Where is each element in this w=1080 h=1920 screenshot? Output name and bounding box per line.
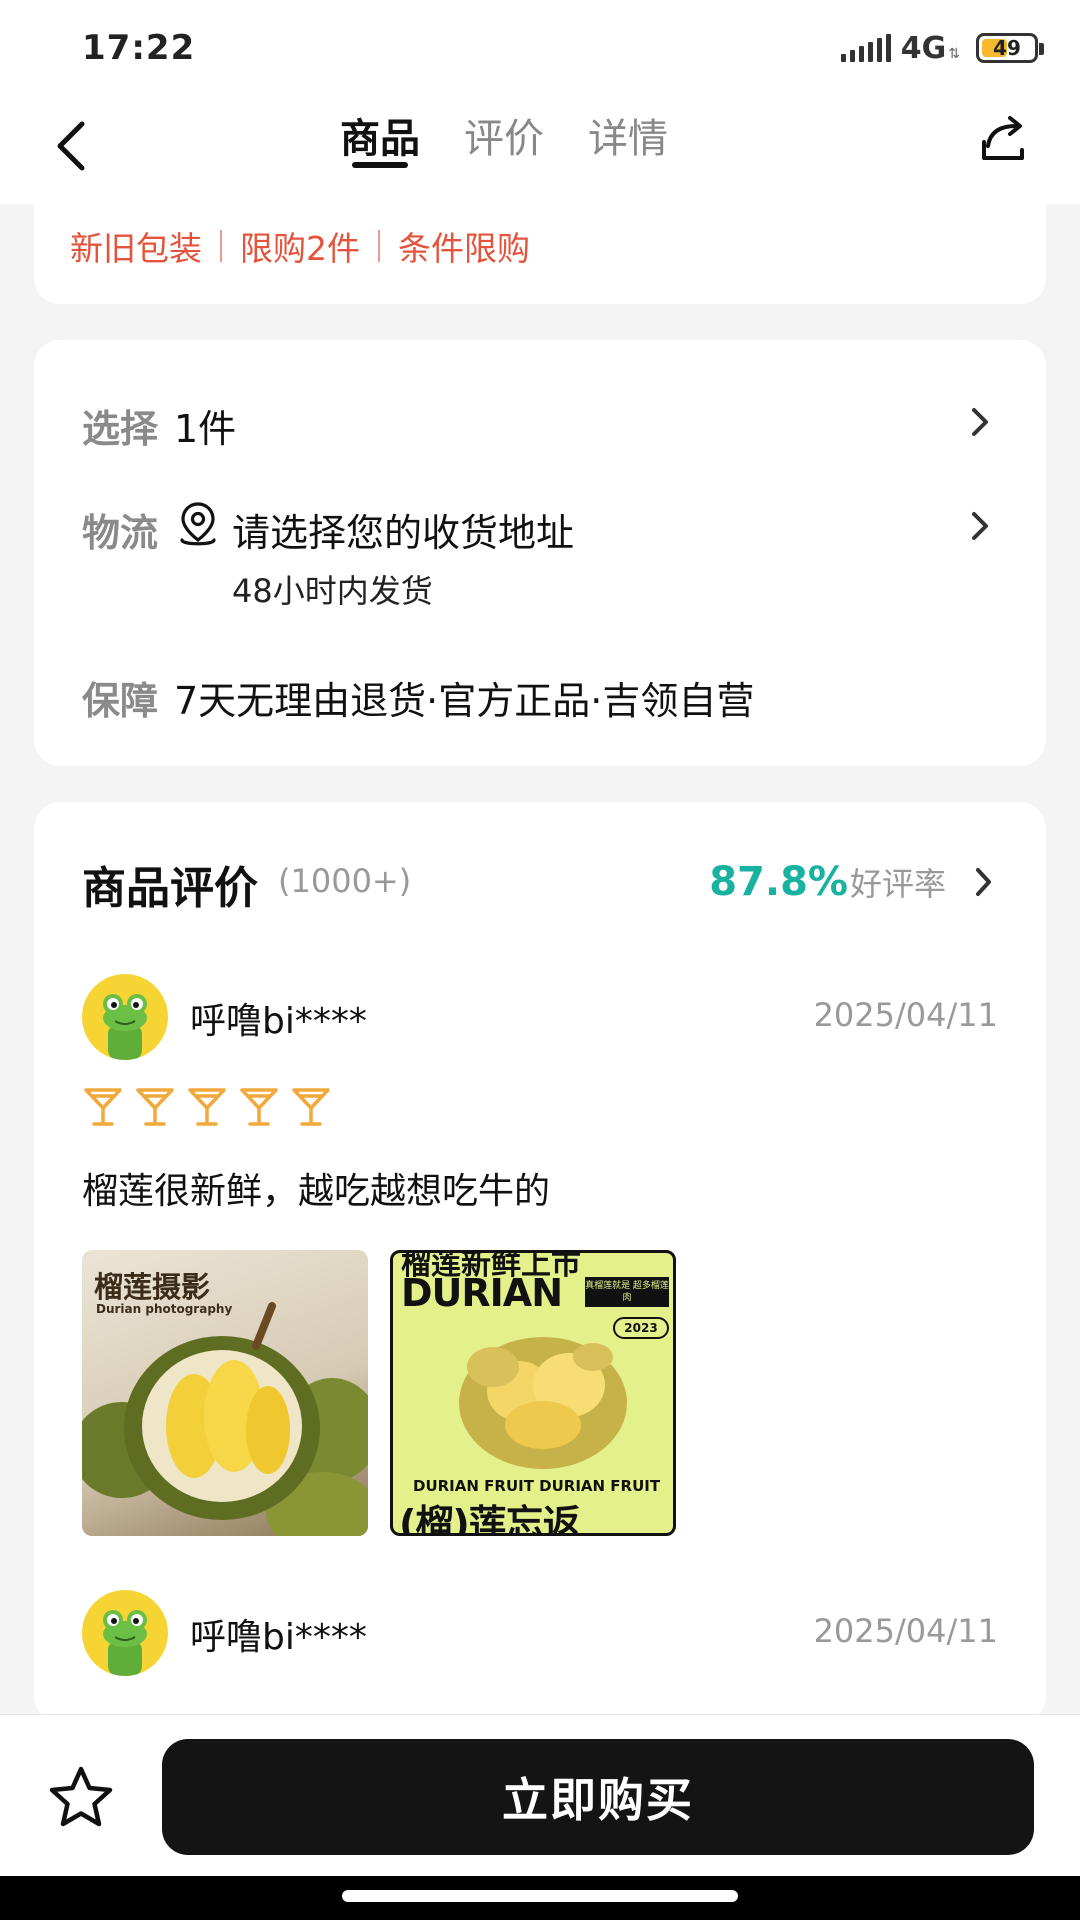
tab-bar: 商品 评价 详情 bbox=[340, 96, 668, 204]
battery-level: 49 bbox=[993, 36, 1021, 60]
product-tags-card: 新旧包装 限购2件 条件限购 bbox=[34, 190, 1046, 304]
status-time: 17:22 bbox=[82, 28, 196, 68]
network-type: 4G bbox=[900, 30, 947, 66]
signal-icon bbox=[840, 34, 891, 62]
bottom-action-bar: 立即购买 bbox=[0, 1714, 1080, 1876]
select-quantity-row[interactable]: 选择 1件 bbox=[82, 398, 998, 453]
reviews-header[interactable]: 商品评价 (1000+) 87.8% 好评率 bbox=[82, 852, 998, 914]
tab-reviews-label: 评价 bbox=[464, 116, 544, 162]
tag-packaging: 新旧包装 bbox=[70, 229, 202, 268]
cocktail-rating-icon bbox=[188, 1088, 226, 1126]
tab-details[interactable]: 详情 bbox=[588, 96, 668, 204]
data-arrows-icon: ⇅ bbox=[948, 46, 960, 62]
select-value: 1件 bbox=[174, 407, 237, 451]
cocktail-rating-icon bbox=[240, 1088, 278, 1126]
logistics-label: 物流 bbox=[82, 511, 159, 555]
nav-bar: 商品 评价 详情 bbox=[0, 96, 1080, 204]
rating-stars bbox=[82, 1084, 332, 1128]
product-tags: 新旧包装 限购2件 条件限购 bbox=[70, 222, 530, 270]
review-text: 榴莲很新鲜，越吃越想吃牛的 bbox=[82, 1171, 551, 1212]
review-date: 2025/04/11 bbox=[813, 1612, 998, 1650]
frog-avatar-icon bbox=[103, 1610, 147, 1676]
share-icon bbox=[982, 116, 1024, 160]
share-button[interactable] bbox=[968, 104, 1040, 176]
poster-badge: 真榴莲就是 超多榴莲肉 bbox=[585, 1277, 669, 1307]
status-bar: 17:22 4G ⇅ 49 bbox=[0, 0, 1080, 96]
tag-conditional-limit: 条件限购 bbox=[398, 229, 530, 268]
review-photos: 榴莲摄影 Durian photography 榴莲新鲜上市 DURIAN 真榴… bbox=[82, 1250, 676, 1536]
photo-caption: 榴莲摄影 bbox=[94, 1270, 211, 1304]
review-date: 2025/04/11 bbox=[813, 996, 998, 1034]
favorite-button[interactable] bbox=[46, 1763, 116, 1833]
tag-divider bbox=[378, 230, 380, 262]
good-rate-label: 好评率 bbox=[849, 865, 946, 903]
good-rate[interactable]: 87.8% 好评率 bbox=[709, 852, 998, 912]
tab-product[interactable]: 商品 bbox=[340, 96, 420, 204]
chevron-right-icon bbox=[972, 408, 988, 436]
back-button[interactable] bbox=[40, 114, 104, 178]
buy-now-button[interactable]: 立即购买 bbox=[162, 1739, 1034, 1855]
reviewer-name: 呼噜bi**** bbox=[190, 1617, 367, 1658]
review-photo[interactable]: 榴莲新鲜上市 DURIAN 真榴莲就是 超多榴莲肉 2023 DURIAN FR… bbox=[390, 1250, 676, 1536]
photo-subcaption: Durian photography bbox=[96, 1302, 233, 1316]
reviewer-name: 呼噜bi**** bbox=[190, 1001, 367, 1042]
logistics-row[interactable]: 物流 请选择您的收货地址 bbox=[82, 502, 998, 557]
back-arrow-icon bbox=[57, 121, 85, 171]
active-tab-indicator bbox=[352, 162, 408, 168]
guarantee-row: 保障 7天无理由退货·官方正品·吉领自营 bbox=[82, 670, 998, 725]
tab-product-label: 商品 bbox=[340, 116, 420, 162]
good-rate-percent: 87.8% bbox=[709, 859, 848, 905]
poster-title: DURIAN bbox=[401, 1271, 563, 1315]
location-pin-icon bbox=[180, 502, 216, 546]
reviews-count: (1000+) bbox=[278, 862, 412, 900]
poster-year: 2023 bbox=[613, 1317, 669, 1339]
tab-reviews[interactable]: 评价 bbox=[464, 96, 544, 204]
home-indicator[interactable] bbox=[342, 1890, 738, 1902]
avatar[interactable] bbox=[82, 1590, 168, 1676]
cocktail-rating-icon bbox=[84, 1088, 122, 1126]
gesture-area bbox=[0, 1876, 1080, 1920]
battery-icon: 49 bbox=[976, 33, 1044, 63]
chevron-right-icon bbox=[972, 512, 988, 540]
tag-divider bbox=[220, 230, 222, 262]
review-photo[interactable]: 榴莲摄影 Durian photography bbox=[82, 1250, 368, 1536]
poster-slogan: (榴)莲忘返 bbox=[399, 1502, 581, 1536]
star-outline-icon bbox=[49, 1766, 113, 1827]
frog-avatar-icon bbox=[103, 994, 147, 1060]
chevron-right-icon bbox=[976, 868, 991, 896]
select-label: 选择 bbox=[82, 407, 159, 451]
status-indicators: 4G ⇅ 49 bbox=[840, 30, 1044, 66]
reviews-title: 商品评价 bbox=[82, 863, 258, 914]
guarantee-label: 保障 bbox=[82, 679, 159, 723]
shipping-time: 48小时内发货 bbox=[232, 572, 433, 610]
tab-details-label: 详情 bbox=[588, 116, 668, 162]
tag-limit: 限购2件 bbox=[240, 229, 360, 268]
guarantee-value: 7天无理由退货·官方正品·吉领自营 bbox=[174, 679, 755, 723]
cocktail-rating-icon bbox=[292, 1088, 330, 1126]
cocktail-rating-icon bbox=[136, 1088, 174, 1126]
address-prompt: 请选择您的收货地址 bbox=[232, 511, 575, 555]
purchase-options-card: 选择 1件 物流 请选择您的收货地址 48小时内发货 保障 7天无理由退货·官方… bbox=[34, 340, 1046, 766]
avatar[interactable] bbox=[82, 974, 168, 1060]
reviews-card: 商品评价 (1000+) 87.8% 好评率 呼噜bi**** 2025/04/… bbox=[34, 802, 1046, 1722]
